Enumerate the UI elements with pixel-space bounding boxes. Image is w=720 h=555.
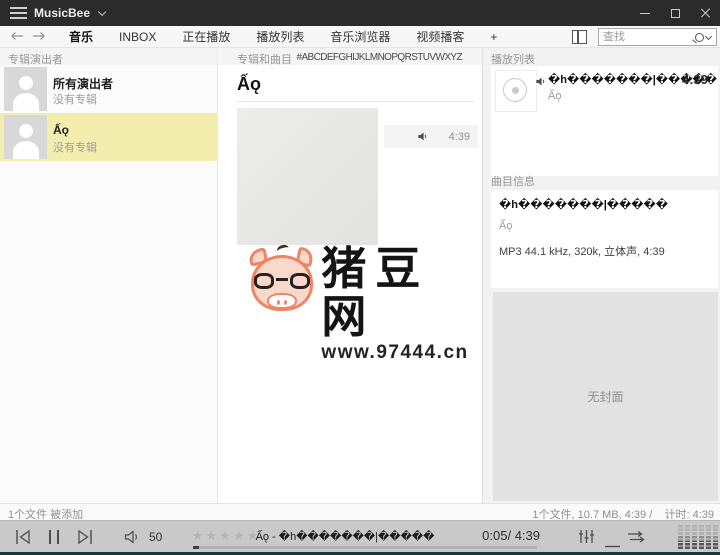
hamburger-menu-icon[interactable] <box>10 7 27 19</box>
progress-fill <box>193 546 200 549</box>
app-title-label: MusicBee <box>34 6 91 20</box>
watermark-site-name: 猪豆网 <box>321 243 430 342</box>
minimize-icon <box>640 12 650 14</box>
volume-icon <box>124 530 137 544</box>
track-info-card: �h�������|����� Ấǫ MP3 44.1 kHz, 320k, 立… <box>491 190 718 288</box>
spectrum-visualizer[interactable] <box>678 525 718 550</box>
search-input[interactable] <box>599 31 695 43</box>
artist-item-selected[interactable]: Ấǫ 没有专辑 <box>0 113 217 161</box>
tab-inbox[interactable]: INBOX <box>106 26 169 48</box>
track-info-artist: Ấǫ <box>499 220 513 232</box>
no-cover-label: 无封面 <box>587 390 624 404</box>
tab-playlists[interactable]: 播放列表 <box>243 26 317 48</box>
tab-add[interactable]: + <box>477 26 510 48</box>
next-icon <box>78 529 92 545</box>
shuffle-button[interactable] <box>627 530 645 548</box>
forward-arrow-icon <box>33 32 45 40</box>
title-bar: MusicBee <box>0 0 720 26</box>
playlist-track-duration: 4:39 <box>681 72 708 87</box>
maximize-button[interactable] <box>660 0 690 26</box>
playback-time: 0:05/ 4:39 <box>482 528 540 543</box>
artist-name: Ấǫ <box>53 123 69 137</box>
pig-logo-icon <box>247 243 316 313</box>
track-info-title: �h�������|����� <box>499 199 668 211</box>
volume-button[interactable] <box>124 530 140 549</box>
previous-icon <box>16 529 30 545</box>
album-artist-panel: 专辑演出者 所有演出者 没有专辑 Ấǫ 没有专辑 <box>0 48 218 503</box>
artist-avatar <box>4 115 47 159</box>
tab-now-playing[interactable]: 正在播放 <box>169 26 243 48</box>
watermark-site-url: www.97444.cn <box>321 342 469 363</box>
forward-button[interactable] <box>30 28 48 46</box>
collapse-player-button[interactable] <box>605 535 620 553</box>
pause-button[interactable] <box>47 529 61 550</box>
person-icon <box>18 76 33 90</box>
player-bar: 50 ★★★★★ Ấǫ - �h�������|����� 0:05/ 4:39 <box>0 520 720 552</box>
close-icon <box>700 8 710 18</box>
no-cover-placeholder: 无封面 <box>493 292 718 501</box>
tab-music-explorer[interactable]: 音乐浏览器 <box>317 26 403 48</box>
playlist-track-artist: Ấǫ <box>548 90 562 102</box>
back-arrow-icon <box>11 32 23 40</box>
equalizer-button[interactable] <box>578 530 595 548</box>
status-bar: 1个文件 被添加 1个文件, 10.7 MB, 4:39 / 计时: 4:39 <box>0 503 720 521</box>
back-button[interactable] <box>8 28 26 46</box>
tab-bar: 音乐 INBOX 正在播放 播放列表 音乐浏览器 视频播客 + <box>0 26 720 48</box>
artist-item-all[interactable]: 所有演出者 没有专辑 <box>0 65 217 113</box>
tab-video-podcast[interactable]: 视频播客 <box>403 26 477 48</box>
previous-button[interactable] <box>14 529 32 550</box>
artist-avatar <box>4 67 47 111</box>
playlist-header: 播放列表 <box>491 54 535 66</box>
speaker-icon <box>418 132 427 141</box>
search-icon[interactable] <box>695 32 704 42</box>
artist-heading: Ấǫ <box>237 74 261 94</box>
watermark: 猪豆网 www.97444.cn <box>247 243 482 364</box>
album-art-placeholder[interactable] <box>237 108 378 245</box>
playing-panel: 播放列表 �h�������|����� Ấǫ 4:39 曲目信息 �h����… <box>482 48 720 503</box>
search-options-chevron-icon[interactable] <box>704 32 713 40</box>
dash-icon <box>605 545 620 548</box>
panel-layout-icon <box>577 31 579 43</box>
disc-icon <box>495 70 537 112</box>
pause-icon <box>49 530 59 544</box>
albums-tracks-header: 专辑和曲目 <box>237 54 292 66</box>
volume-level: 50 <box>149 530 163 544</box>
track-info-format: MP3 44.1 kHz, 320k, 立体声, 4:39 <box>499 246 665 258</box>
close-button[interactable] <box>690 0 720 26</box>
search-box <box>598 28 717 46</box>
musicbee-window: MusicBee 音乐 INBOX 正在播放 播放列表 音乐浏览器 视频播客 + <box>0 0 720 555</box>
album-artist-header: 专辑演出者 <box>0 48 217 66</box>
now-playing-text: Ấǫ - �h�������|����� <box>255 531 435 543</box>
minimize-button[interactable] <box>630 0 660 26</box>
track-row[interactable]: 4:39 <box>384 125 478 148</box>
progress-bar[interactable] <box>193 546 537 549</box>
artist-name: 所有演出者 <box>53 77 114 91</box>
albums-tracks-panel: 专辑和曲目 #ABCDEFGHIJKLMNOPQRSTUVWXYZ Ấǫ 4:3… <box>219 48 482 503</box>
artist-subtitle: 没有专辑 <box>53 142 97 154</box>
tab-music[interactable]: 音乐 <box>56 26 106 48</box>
shuffle-icon <box>628 530 645 543</box>
artist-subtitle: 没有专辑 <box>53 94 97 106</box>
tab-strip: 音乐 INBOX 正在播放 播放列表 音乐浏览器 视频播客 + <box>56 26 510 48</box>
equalizer-icon <box>579 530 594 543</box>
panel-layout-button[interactable] <box>572 30 587 44</box>
alphabet-jump-bar[interactable]: #ABCDEFGHIJKLMNOPQRSTUVWXYZ <box>297 52 463 63</box>
track-info-header: 曲目信息 <box>491 176 535 188</box>
maximize-icon <box>670 8 680 18</box>
next-button[interactable] <box>76 529 94 550</box>
speaker-icon <box>536 77 545 86</box>
app-title-menu[interactable]: MusicBee <box>34 0 107 26</box>
heading-divider <box>237 101 474 102</box>
person-icon <box>18 124 33 138</box>
playlist-list: �h�������|����� Ấǫ 4:39 <box>491 66 718 176</box>
chevron-down-icon <box>97 7 107 17</box>
track-duration: 4:39 <box>448 130 470 143</box>
main-content: 专辑演出者 所有演出者 没有专辑 Ấǫ 没有专辑 专辑和曲目 #ABCDEFGH… <box>0 48 720 503</box>
